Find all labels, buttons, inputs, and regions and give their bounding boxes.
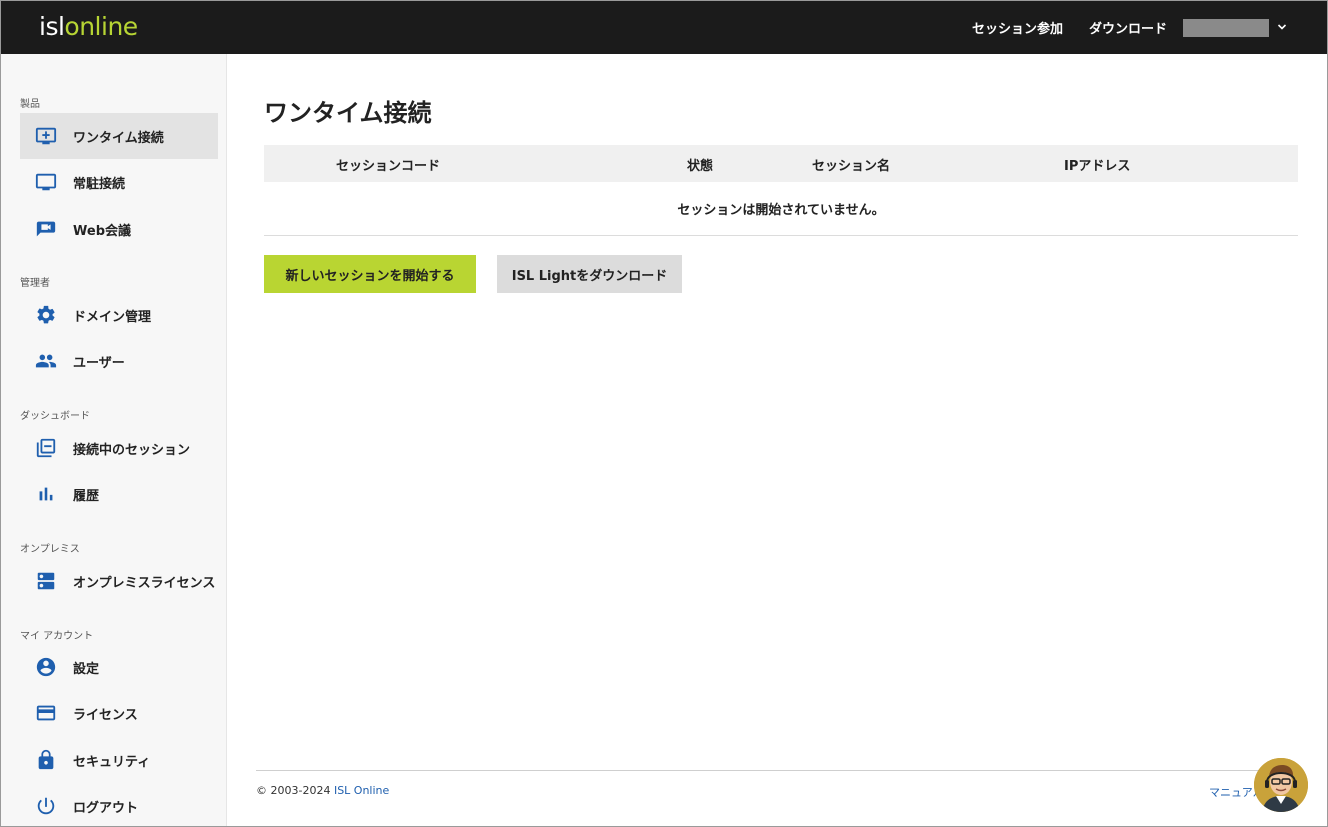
column-session-name: セッション名 — [812, 159, 891, 174]
sidebar-item-unattended[interactable]: 常駐接続 — [20, 159, 218, 205]
start-new-session-button[interactable]: 新しいセッションを開始する — [264, 255, 476, 293]
sidebar-item-security[interactable]: セキュリティ — [20, 737, 218, 783]
sidebar-item-settings[interactable]: 設定 — [20, 644, 218, 690]
sidebar-item-one-time-connection[interactable]: ワンタイム接続 — [20, 113, 218, 159]
sidebar-item-domain-management[interactable]: ドメイン管理 — [20, 292, 218, 338]
join-session-link[interactable]: セッション参加 — [972, 18, 1063, 37]
sidebar: 製品 ワンタイム接続 常駐接続 Web会議 管理者 ドメイン管理 ユーザー ダッ… — [1, 54, 227, 826]
gear-icon — [35, 304, 57, 326]
chevron-down-icon[interactable] — [1277, 21, 1287, 35]
isl-online-link[interactable]: ISL Online — [334, 784, 389, 797]
column-ip-address: IPアドレス — [1064, 159, 1131, 174]
top-nav: セッション参加 ダウンロード — [946, 1, 1287, 54]
sidebar-item-web-meeting[interactable]: Web会議 — [20, 206, 218, 252]
credit-card-icon — [35, 702, 57, 724]
sidebar-item-users[interactable]: ユーザー — [20, 338, 218, 384]
table-header: セッションコード 状態 セッション名 IPアドレス — [264, 145, 1298, 182]
sidebar-section-my-account: マイ アカウント — [20, 631, 94, 642]
empty-message: セッションは開始されていません。 — [264, 182, 1298, 236]
sidebar-section-on-premises: オンプレミス — [20, 544, 80, 555]
sidebar-section-products: 製品 — [20, 99, 40, 110]
bar-chart-icon — [35, 483, 57, 505]
server-icon — [35, 570, 57, 592]
page-title: ワンタイム接続 — [264, 99, 432, 127]
footer-divider — [256, 770, 1298, 771]
sidebar-item-history[interactable]: 履歴 — [20, 471, 218, 517]
account-icon — [35, 656, 57, 678]
app-window: islonline セッション参加 ダウンロード 製品 ワンタイム接続 常駐接続 — [0, 0, 1328, 827]
monitor-plus-icon — [35, 125, 57, 147]
sidebar-section-dashboard: ダッシュボード — [20, 411, 90, 422]
sidebar-section-admin: 管理者 — [20, 278, 50, 289]
power-icon — [35, 795, 57, 817]
copyright: © 2003-2024 ISL Online — [256, 784, 390, 797]
user-name-redacted[interactable] — [1183, 18, 1269, 37]
lock-icon — [35, 749, 57, 771]
sidebar-item-licenses[interactable]: ライセンス — [20, 690, 218, 736]
main-content: ワンタイム接続 セッションコード 状態 セッション名 IPアドレス セッションは… — [228, 54, 1327, 826]
users-icon — [35, 350, 57, 372]
video-call-icon — [35, 218, 57, 240]
column-status: 状態 — [687, 159, 714, 174]
sessions-icon — [35, 437, 57, 459]
monitor-icon — [35, 171, 57, 193]
sessions-table: セッションコード 状態 セッション名 IPアドレス セッションは開始されていませ… — [264, 145, 1298, 236]
top-bar: islonline セッション参加 ダウンロード — [1, 1, 1327, 54]
sidebar-item-logout[interactable]: ログアウト — [20, 783, 218, 826]
download-isl-light-button[interactable]: ISL Lightをダウンロード — [497, 255, 682, 293]
column-session-code: セッションコード — [336, 159, 441, 174]
sidebar-item-on-premises-license[interactable]: オンプレミスライセンス — [20, 558, 218, 604]
download-link[interactable]: ダウンロード — [1089, 18, 1167, 37]
isl-online-logo[interactable]: islonline — [39, 13, 138, 41]
support-agent-avatar[interactable] — [1254, 758, 1308, 812]
sidebar-item-active-sessions[interactable]: 接続中のセッション — [20, 425, 218, 471]
